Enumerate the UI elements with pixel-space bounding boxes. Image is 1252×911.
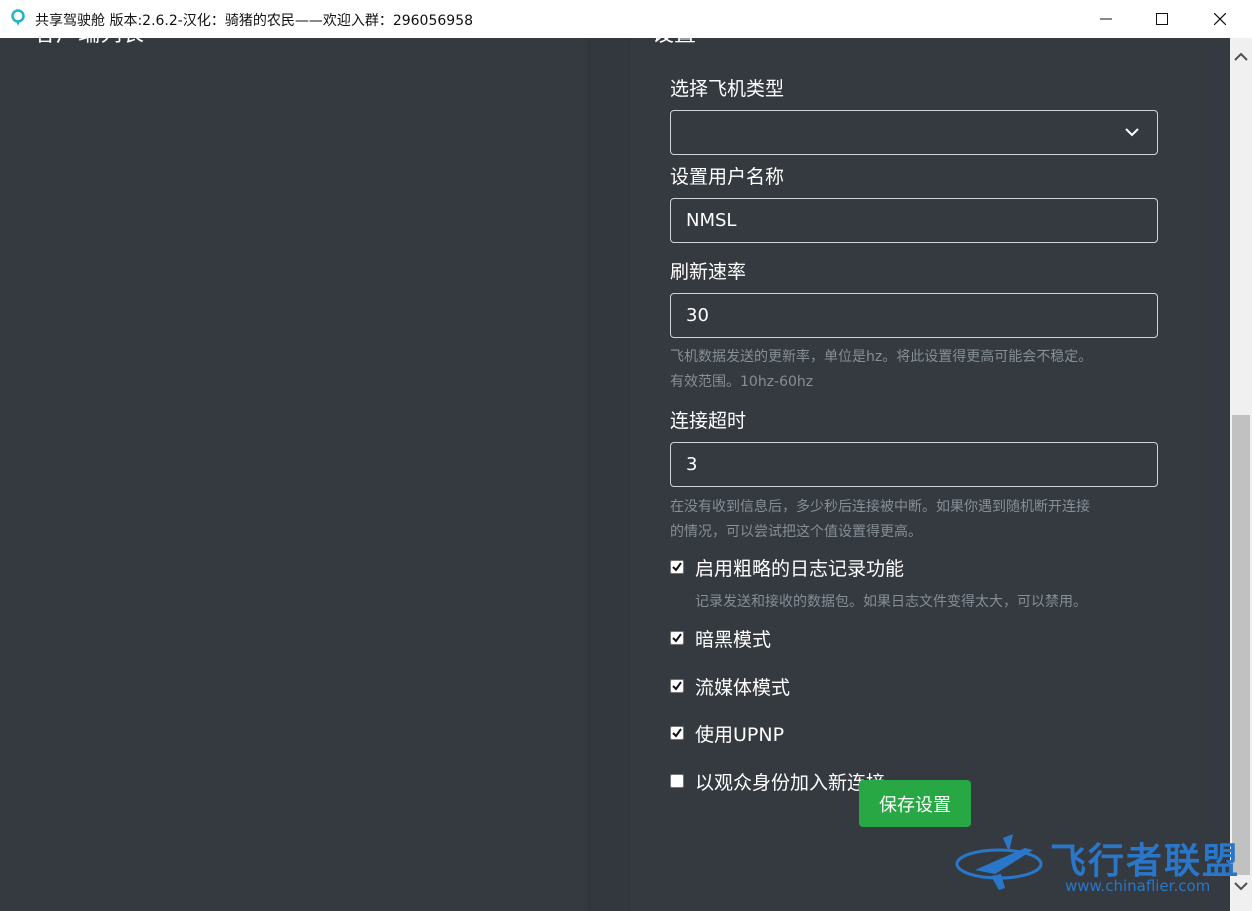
dark-mode-label: 暗黑模式 xyxy=(695,629,772,651)
scroll-up-arrow-icon[interactable] xyxy=(1234,52,1248,62)
checkmark-icon xyxy=(672,633,682,643)
username-label: 设置用户名称 xyxy=(670,166,785,188)
refresh-rate-help-line2: 有效范围。10hz-60hz xyxy=(670,374,814,390)
verbose-logging-label: 启用粗略的日志记录功能 xyxy=(695,558,905,580)
checkmark-icon xyxy=(672,681,682,691)
timeout-help: 在没有收到信息后，多少秒后连接被中断。如果你遇到随机断开连接 的情况，可以尝试把… xyxy=(670,495,1160,545)
content-area: 客户端列表 设置 选择飞机类型 设置用户名称 NMSL 刷新速率 30 飞机数据… xyxy=(0,38,1230,911)
chevron-down-icon xyxy=(1125,128,1139,137)
logging-help: 记录发送和接收的数据包。如果日志文件变得太大，可以禁用。 xyxy=(695,594,1087,610)
timeout-help-line2: 的情况，可以尝试把这个值设置得更高。 xyxy=(670,524,922,540)
airplane-logo-icon xyxy=(955,834,1043,890)
maximize-button[interactable] xyxy=(1134,0,1190,38)
aircraft-type-select[interactable] xyxy=(670,110,1158,155)
timeout-help-line1: 在没有收到信息后，多少秒后连接被中断。如果你遇到随机断开连接 xyxy=(670,499,1090,515)
streaming-mode-label: 流媒体模式 xyxy=(695,677,791,699)
refresh-rate-help-line1: 飞机数据发送的更新率，单位是hz。将此设置得更高可能会不稳定。 xyxy=(670,349,1093,365)
refresh-rate-input[interactable]: 30 xyxy=(670,293,1158,338)
username-value: NMSL xyxy=(686,210,737,231)
observer-join-label: 以观众身份加入新连接 xyxy=(695,772,886,794)
aircraft-type-label: 选择飞机类型 xyxy=(670,78,785,100)
checkbox-box[interactable] xyxy=(670,560,684,574)
close-button[interactable] xyxy=(1192,0,1248,38)
timeout-value: 3 xyxy=(686,454,698,475)
upnp-label: 使用UPNP xyxy=(695,724,785,746)
minimize-icon xyxy=(1100,18,1112,20)
scroll-thumb[interactable] xyxy=(1232,415,1250,875)
checkbox-box[interactable] xyxy=(670,774,684,788)
checkmark-icon xyxy=(672,562,682,572)
close-icon xyxy=(1214,13,1226,25)
maximize-icon xyxy=(1156,13,1168,25)
title-bar: 共享驾驶舱 版本:2.6.2-汉化：骑猪的农民——欢迎入群：296056958 xyxy=(0,0,1252,39)
window-title: 共享驾驶舱 版本:2.6.2-汉化：骑猪的农民——欢迎入群：296056958 xyxy=(35,13,474,29)
timeout-input[interactable]: 3 xyxy=(670,442,1158,487)
checkbox-box[interactable] xyxy=(670,631,684,645)
checkbox-box[interactable] xyxy=(670,726,684,740)
refresh-rate-label: 刷新速率 xyxy=(670,261,747,283)
timeout-label: 连接超时 xyxy=(670,410,747,432)
save-settings-button[interactable]: 保存设置 xyxy=(859,780,971,827)
minimize-button[interactable] xyxy=(1078,0,1134,38)
client-list-panel: 客户端列表 xyxy=(0,38,588,911)
watermark: 飞行者联盟 www.chinaflier.com xyxy=(955,826,1245,898)
refresh-rate-value: 30 xyxy=(686,305,709,326)
settings-heading: 设置 xyxy=(652,38,696,48)
checkmark-icon xyxy=(672,728,682,738)
column-divider xyxy=(588,38,630,911)
refresh-rate-help: 飞机数据发送的更新率，单位是hz。将此设置得更高可能会不稳定。 有效范围。10h… xyxy=(670,345,1160,395)
username-input[interactable]: NMSL xyxy=(670,198,1158,243)
vertical-scrollbar[interactable] xyxy=(1230,38,1252,911)
app-logo-icon xyxy=(11,9,25,26)
checkbox-box[interactable] xyxy=(670,679,684,693)
watermark-url: www.chinaflier.com xyxy=(1065,877,1211,895)
client-list-heading: 客户端列表 xyxy=(34,38,144,48)
